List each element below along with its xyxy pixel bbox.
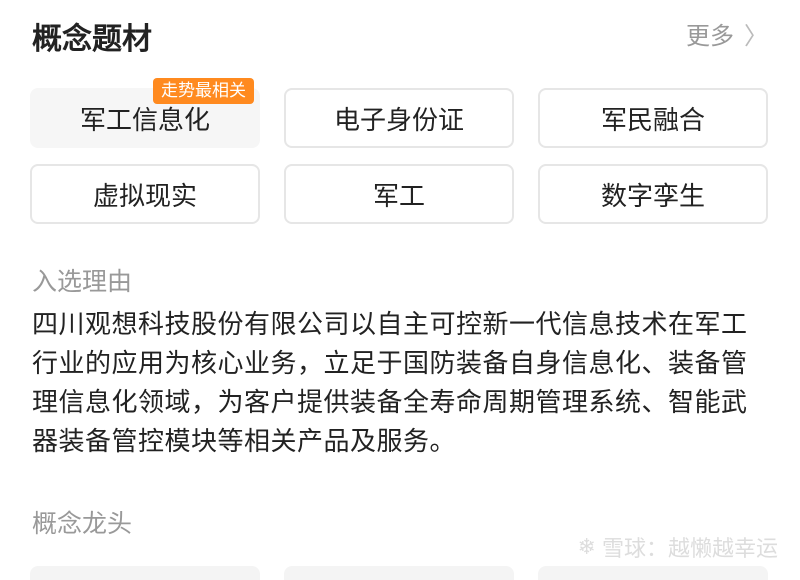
reason-title: 入选理由 [32,267,133,296]
more-label: 更多 [686,22,734,50]
chevron-right-icon: 〉 [744,22,768,50]
concept-tag[interactable]: 军工 [284,164,514,224]
concept-tag[interactable]: 军工信息化 走势最相关 [30,78,260,148]
concept-tag[interactable]: 虚拟现实 [30,164,260,224]
concept-tag[interactable]: 军民融合 [538,88,768,148]
watermark-text: 雪球：越懒越幸运 [601,537,778,562]
concept-tag-label: 数字孪生 [600,181,705,212]
leaders-title: 概念龙头 [32,509,133,538]
reason-text: 四川观想科技股份有限公司以自主可控新一代信息技术在军工行业的应用为核心业务，立足… [32,310,748,457]
concept-tag-label: 军民融合 [600,105,705,136]
leader-card[interactable] [538,566,768,580]
leader-card[interactable] [284,566,514,580]
concept-tag-label: 军工信息化 [79,105,210,136]
snowball-logo-icon: ❄ [577,534,596,560]
section-title: 概念题材 [32,22,152,57]
more-link[interactable]: 更多 〉 [686,16,768,51]
watermark: ❄ 雪球：越懒越幸运 [578,531,778,563]
concept-tag-label: 电子身份证 [333,105,464,136]
trend-badge: 走势最相关 [153,78,254,104]
leader-card[interactable] [30,566,260,580]
concept-tag[interactable]: 数字孪生 [538,164,768,224]
concept-tag-label: 虚拟现实 [92,181,197,212]
concept-tag-grid: 军工信息化 走势最相关 电子身份证 军民融合 虚拟现实 军工 数字孪生 [30,78,768,224]
concept-tag-label: 军工 [372,181,425,212]
concept-tag[interactable]: 电子身份证 [284,88,514,148]
